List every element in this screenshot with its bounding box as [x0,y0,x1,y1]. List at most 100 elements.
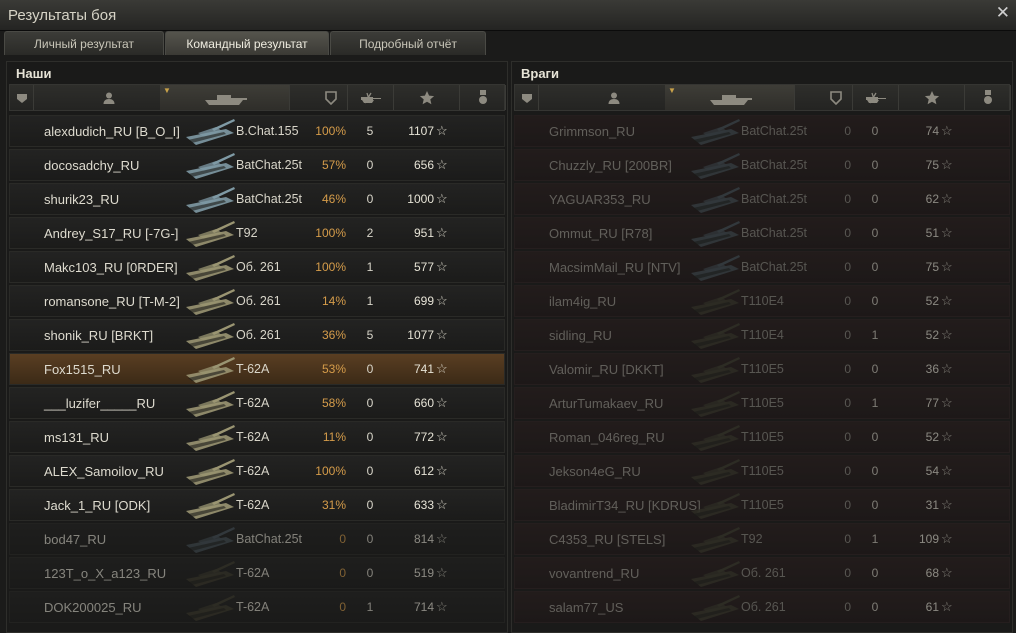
player-row[interactable]: DOK200025_RU T-62A 0 1 714 ☆ [9,591,505,623]
tank-icon [687,355,743,385]
allies-header-tank[interactable]: ▼ [160,85,290,110]
tank-name: BatChat.25t [741,124,808,138]
allies-header-medal[interactable] [460,85,506,110]
tab-personal-result[interactable]: Личный результат [4,31,164,55]
tab-team-result[interactable]: Командный результат [165,31,329,55]
player-row[interactable]: ArturTumakaev_RU T110E5 0 1 77 ☆ [514,387,1010,419]
enemies-header-medal[interactable] [965,85,1011,110]
tank-icon [182,321,238,351]
frags-count: 0 [871,226,879,240]
enemies-header-tank[interactable]: ▼ [665,85,795,110]
tank-icon [687,525,743,555]
tank-icon [702,90,758,106]
xp-value: 741 [413,362,434,376]
player-row[interactable]: Jack_1_RU [ODK] T-62A 31% 0 633 ☆ [9,489,505,521]
tank-name: BatChat.25t [741,260,808,274]
player-row[interactable]: Makc103_RU [0RDER] Об. 261 100% 1 577 ☆ [9,251,505,283]
medal-icon [982,89,994,106]
enemies-header-squad[interactable] [515,85,539,110]
player-row[interactable]: Grimmson_RU BatChat.25t 0 0 74 ☆ [514,115,1010,147]
allies-panel: Наши ▼ alexdudich_RU [B_O_I] B.Chat.155 10… [6,61,508,633]
player-row[interactable]: 123T_o_X_a123_RU T-62A 0 0 519 ☆ [9,557,505,589]
tank-icon [197,90,253,106]
player-row[interactable]: Ommut_RU [R78] BatChat.25t 0 0 51 ☆ [514,217,1010,249]
player-name: Andrey_S17_RU [-7G-] [44,226,179,241]
close-icon[interactable]: ✕ [996,4,1010,21]
player-row[interactable]: shonik_RU [BRKT] Об. 261 36% 5 1077 ☆ [9,319,505,351]
squad-icon [520,91,534,105]
xp-value: 74 [925,124,939,138]
player-name: Makc103_RU [0RDER] [44,260,178,275]
player-row[interactable]: salam77_US Об. 261 0 0 61 ☆ [514,591,1010,623]
player-row[interactable]: BladimirT34_RU [KDRUS] T110E5 0 0 31 ☆ [514,489,1010,521]
star-icon: ☆ [436,225,448,240]
tank-icon [182,593,238,623]
allies-header-xp-star[interactable] [394,85,460,110]
player-row[interactable]: ms131_RU T-62A 11% 0 772 ☆ [9,421,505,453]
player-name: Jekson4eG_RU [549,464,641,479]
player-row[interactable]: YAGUAR353_RU BatChat.25t 0 0 62 ☆ [514,183,1010,215]
player-name: MacsimMail_RU [NTV] [549,260,681,275]
enemies-header-damage[interactable] [819,85,853,110]
tank-icon [182,287,238,317]
damage-percent: 46% [321,192,346,206]
player-row[interactable]: sidling_RU T110E4 0 1 52 ☆ [514,319,1010,351]
tank-name: BatChat.25t [236,192,303,206]
star-icon: ☆ [436,463,448,478]
star-icon: ☆ [436,191,448,206]
player-row[interactable]: Fox1515_RU T-62A 53% 0 741 ☆ [9,353,505,385]
player-name: vovantrend_RU [549,566,640,581]
tank-icon [182,151,238,181]
enemies-panel: Враги ▼ Grimmson_RU BatChat.25t 0 0 74 ☆ Chuzz… [511,61,1013,633]
star-icon: ☆ [941,395,953,410]
frags-icon [863,91,889,105]
star-icon: ☆ [941,565,953,580]
tank-name: T-62A [236,362,270,376]
star-icon: ☆ [941,463,953,478]
tank-icon [182,253,238,283]
tab-detailed-report[interactable]: Подробный отчёт [330,31,486,55]
frags-count: 0 [871,566,879,580]
xp-value: 61 [925,600,939,614]
player-row[interactable]: alexdudich_RU [B_O_I] B.Chat.155 100% 5 1107… [9,115,505,147]
player-row[interactable]: Roman_046reg_RU T110E5 0 0 52 ☆ [514,421,1010,453]
tank-icon [687,559,743,589]
tank-icon [687,593,743,623]
tank-name: T110E4 [741,294,784,308]
player-row[interactable]: C4353_RU [STELS] T92 0 1 109 ☆ [514,523,1010,555]
frags-count: 0 [366,158,374,172]
allies-header-damage[interactable] [314,85,348,110]
enemies-header-xp-star[interactable] [899,85,965,110]
allies-header-frags[interactable] [348,85,394,110]
player-row[interactable]: shurik23_RU BatChat.25t 46% 0 1000 ☆ [9,183,505,215]
damage-percent: 0 [844,396,851,410]
player-row[interactable]: bod47_RU BatChat.25t 0 0 814 ☆ [9,523,505,555]
enemies-label: Враги [521,66,559,81]
player-row[interactable]: Andrey_S17_RU [-7G-] T92 100% 2 951 ☆ [9,217,505,249]
player-row[interactable]: docosadchy_RU BatChat.25t 57% 0 656 ☆ [9,149,505,181]
enemies-header-frags[interactable] [853,85,899,110]
xp-value: 68 [925,566,939,580]
player-row[interactable]: ALEX_Samoilov_RU T-62A 100% 0 612 ☆ [9,455,505,487]
frags-count: 0 [366,430,374,444]
player-name: ilam4ig_RU [549,294,617,309]
player-row[interactable]: ___luzifer_____RU T-62A 58% 0 660 ☆ [9,387,505,419]
tank-icon [182,559,238,589]
tank-icon [687,457,743,487]
frags-count: 1 [871,396,879,410]
damage-percent: 0 [844,328,851,342]
allies-header-squad[interactable] [10,85,34,110]
frags-count: 0 [366,464,374,478]
window-title: Результаты боя [8,7,117,24]
player-row[interactable]: ilam4ig_RU T110E4 0 0 52 ☆ [514,285,1010,317]
player-row[interactable]: Jekson4eG_RU T110E5 0 0 54 ☆ [514,455,1010,487]
player-row[interactable]: Valomir_RU [DKKT] T110E5 0 0 36 ☆ [514,353,1010,385]
tank-icon [687,491,743,521]
star-icon: ☆ [941,225,953,240]
player-row[interactable]: MacsimMail_RU [NTV] BatChat.25t 0 0 75 ☆ [514,251,1010,283]
player-row[interactable]: vovantrend_RU Об. 261 0 0 68 ☆ [514,557,1010,589]
frags-count: 0 [871,158,879,172]
tank-name: Об. 261 [236,328,281,342]
player-row[interactable]: romansone_RU [T-M-2] Об. 261 14% 1 699 ☆ [9,285,505,317]
player-row[interactable]: Chuzzly_RU [200BR] BatChat.25t 0 0 75 ☆ [514,149,1010,181]
